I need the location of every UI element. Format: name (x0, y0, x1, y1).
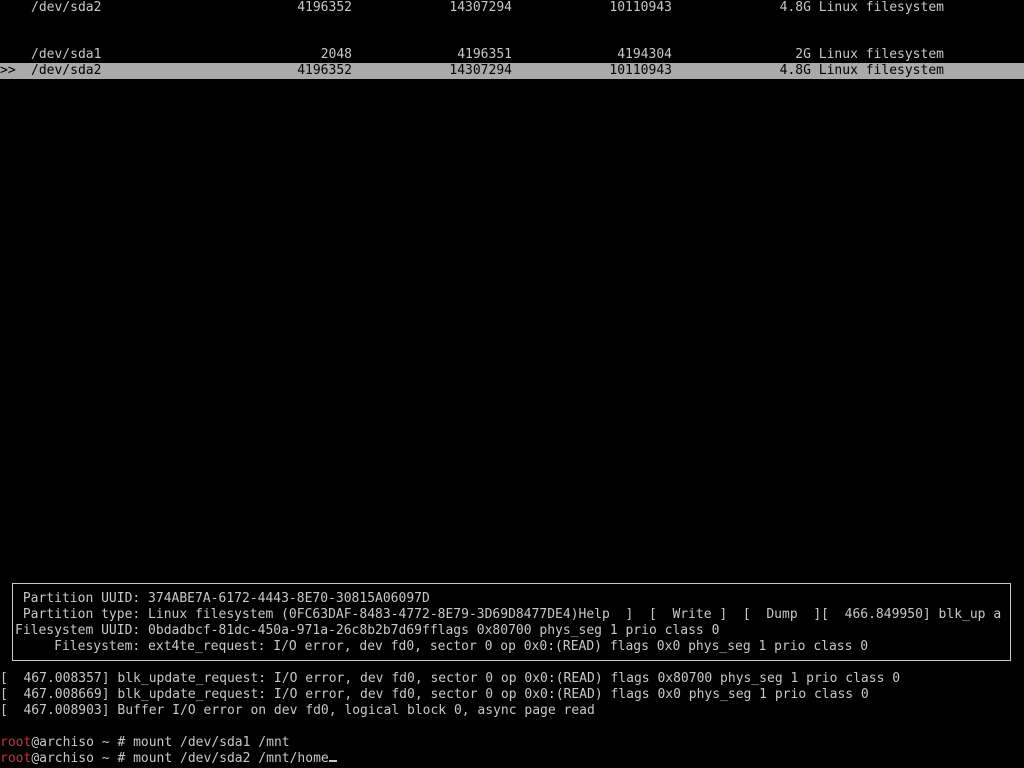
end-sector: 14307294 (449, 63, 512, 78)
device-name: /dev/sda2 (31, 63, 102, 78)
partition-type-line: Partition type: Linux filesystem (0FC63D… (15, 607, 1002, 622)
start-sector: 4196352 (297, 63, 352, 78)
shell-history-line: root@archiso ~ # mount /dev/sda1 /mnt (0, 735, 290, 751)
device-name: /dev/sda2 (31, 0, 102, 15)
size-type: 4.8G Linux filesystem (779, 0, 944, 15)
end-sector: 14307294 (449, 0, 512, 15)
partition-info-box: Partition UUID: 374ABE7A-6172-4443-8E70-… (12, 583, 1011, 661)
shell-input-line[interactable]: root@archiso ~ # mount /dev/sda2 /mnt/ho… (0, 751, 337, 767)
kernel-log-line: [ 467.008669] blk_update_request: I/O er… (0, 687, 869, 702)
command-input[interactable]: mount /dev/sda2 /mnt/home (133, 751, 329, 766)
end-sector: 4196351 (457, 47, 512, 62)
filesystem-line: Filesystem: ext4te_request: I/O error, d… (15, 639, 869, 654)
size-type: 2G Linux filesystem (795, 47, 944, 62)
partition-row[interactable]: /dev/sda1 2048 4196351 4194304 2G Linux … (0, 47, 1024, 63)
kernel-log-line: [ 467.008903] Buffer I/O error on dev fd… (0, 703, 595, 718)
prompt-user: root (0, 751, 32, 766)
partition-uuid-line: Partition UUID: 374ABE7A-6172-4443-8E70-… (15, 591, 430, 606)
kernel-log-line: [ 467.008357] blk_update_request: I/O er… (0, 671, 901, 686)
start-sector: 2048 (320, 47, 352, 62)
row-marker: >> (0, 63, 16, 78)
sector-count: 4194304 (617, 47, 672, 62)
prompt-host: @archiso ~ # (31, 735, 134, 750)
sector-count: 10110943 (609, 0, 672, 15)
start-sector: 4196352 (297, 0, 352, 15)
command-text: mount /dev/sda1 /mnt (133, 735, 290, 750)
size-type: 4.8G Linux filesystem (779, 63, 944, 78)
sector-count: 10110943 (609, 63, 672, 78)
partition-row-selected[interactable]: >> /dev/sda2 4196352 14307294 10110943 4… (0, 63, 1024, 79)
filesystem-uuid-line: Filesystem UUID: 0bdadbcf-81dc-450a-971a… (15, 623, 720, 638)
prompt-user: root (0, 735, 32, 750)
prompt-host: @archiso ~ # (31, 751, 134, 766)
text-cursor (328, 760, 337, 762)
partition-row[interactable]: /dev/sda2 4196352 14307294 10110943 4.8G… (0, 0, 1024, 16)
device-name: /dev/sda1 (31, 47, 102, 62)
